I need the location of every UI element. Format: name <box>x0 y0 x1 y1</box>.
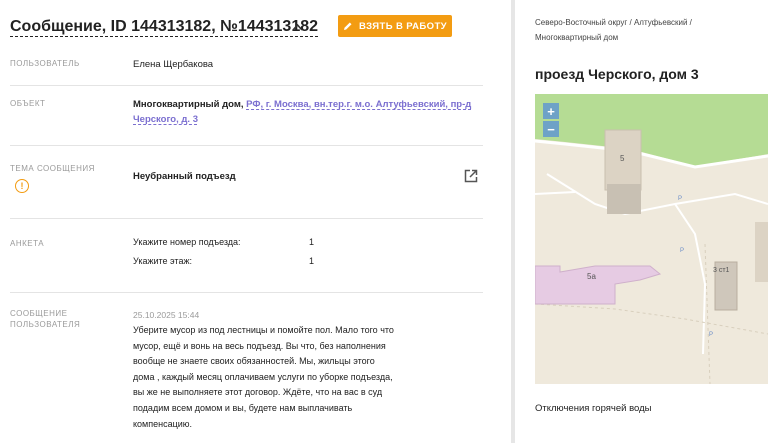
address-title: проезд Черского, дом 3 <box>535 66 699 82</box>
message-label: СООБЩЕНИЕ ПОЛЬЗОВАТЕЛЯ <box>10 308 80 330</box>
message-label-line1: СООБЩЕНИЕ <box>10 309 68 318</box>
map-canvas: 5 5а 3 ст1 Р Р Р <box>535 94 768 384</box>
object-sidebar: Северо-Восточный округ / Алтуфьевский / … <box>515 0 768 443</box>
divider <box>10 145 483 146</box>
hot-water-outage-label: Отключения горячей воды <box>535 403 652 414</box>
external-link-icon[interactable] <box>463 168 479 184</box>
map-label: 3 ст1 <box>713 267 730 274</box>
topic-label: ТЕМА СООБЩЕНИЯ <box>10 164 95 173</box>
divider <box>10 292 483 293</box>
survey-answer: 1 <box>309 237 315 247</box>
object-label: ОБЪЕКТ <box>10 99 46 108</box>
zoom-in-button[interactable]: + <box>543 103 559 119</box>
map-label: 5 <box>620 154 625 163</box>
take-to-work-button[interactable]: ВЗЯТЬ В РАБОТУ <box>338 15 452 37</box>
message-panel: Сообщение, ID 144313182, №144313182 ВЗЯТ… <box>0 0 500 443</box>
user-label: ПОЛЬЗОВАТЕЛЬ <box>10 59 80 68</box>
page-title: Сообщение, ID 144313182, №144313182 <box>10 18 319 37</box>
survey-question: Укажите номер подъезда: <box>133 237 241 247</box>
survey-question: Укажите этаж: <box>133 256 192 266</box>
breadcrumb: Северо-Восточный округ / Алтуфьевский / … <box>535 18 692 42</box>
parking-label: Р <box>709 332 713 338</box>
message-date: 25.10.2025 15:44 <box>133 310 200 320</box>
pencil-icon <box>344 22 352 30</box>
parking-label: Р <box>680 248 684 254</box>
map[interactable]: 5 5а 3 ст1 Р Р Р + − <box>535 94 768 384</box>
user-value: Елена Щербакова <box>133 59 214 70</box>
take-to-work-label: ВЗЯТЬ В РАБОТУ <box>359 20 447 32</box>
message-text: Уберите мусор из под лестницы и помойте … <box>133 325 394 429</box>
divider <box>10 85 483 86</box>
object-address-link-cont[interactable]: Черского, д. 3 <box>133 114 198 125</box>
topic-value: Неубранный подъезд <box>133 171 236 182</box>
parking-label: Р <box>678 196 682 202</box>
zoom-out-button[interactable]: − <box>543 121 559 137</box>
survey-label: АНКЕТА <box>10 239 45 248</box>
object-address-link[interactable]: РФ, г. Москва, вн.тер.г. м.о. Алтуфьевск… <box>246 99 471 110</box>
map-label: 5а <box>587 272 596 281</box>
divider <box>10 218 483 219</box>
chevron-up-icon[interactable] <box>292 20 303 34</box>
object-value: Многоквартирный дом, РФ, г. Москва, вн.т… <box>133 97 483 127</box>
message-label-line2: ПОЛЬЗОВАТЕЛЯ <box>10 320 81 329</box>
survey-answer: 1 <box>309 256 315 266</box>
object-type: Многоквартирный дом, <box>133 99 244 110</box>
warning-icon: ! <box>15 179 29 193</box>
